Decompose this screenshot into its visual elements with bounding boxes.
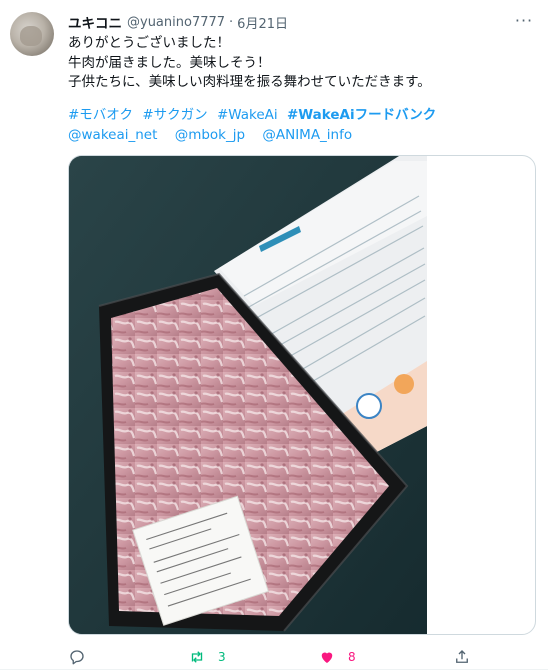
hashtag-link[interactable]: #WakeAiフードバンク [287,107,436,123]
tweet-media[interactable] [68,155,536,635]
hashtag-list: #モバオク #サクガン #WakeAi #WakeAiフードバンク [68,106,441,126]
mention-link[interactable]: @wakeai_net [68,127,157,143]
tweet[interactable]: ユキコニ @yuanino7777 · 6月21日 ··· ありがとうございまし… [0,0,548,670]
hashtag-link[interactable]: #WakeAi [217,107,278,123]
hashtag-link[interactable]: #モバオク [68,107,133,123]
retweet-button[interactable]: 3 [188,645,226,669]
share-icon [456,650,468,663]
tweet-text-line: 子供たちに、美味しい肉料理を振る舞わせていただきます。 [68,74,431,90]
retweet-count: 3 [218,650,226,664]
photo-illustration [69,156,427,634]
mention-link[interactable]: @ANIMA_info [262,127,352,143]
mention-link[interactable]: @mbok_jp [175,127,245,143]
hashtag-link[interactable]: #サクガン [142,107,207,123]
tweet-text-line: 牛肉が届きました。美味しそう！ [68,54,271,71]
display-name[interactable]: ユキコニ [68,12,122,32]
tweet-text: ありがとうございました！ 牛肉が届きました。美味しそう！ 子供たちに、美味しい肉… [68,34,538,93]
user-handle[interactable]: @yuanino7777 [127,15,225,30]
mention-list: @wakeai_net @mbok_jp @ANIMA_info [68,126,365,146]
tweet-text-line: ありがとうございました！ [68,35,230,51]
tweet-date[interactable]: 6月21日 [237,13,288,32]
reply-button[interactable] [68,645,98,669]
action-bar: 3 8 [68,645,468,669]
separator-dot: · [229,14,234,30]
avatar[interactable] [10,12,54,56]
tweet-photo[interactable] [69,156,427,634]
tweet-header: ユキコニ @yuanino7777 · 6月21日 [68,12,288,33]
share-button[interactable] [453,645,471,669]
more-icon[interactable]: ··· [512,10,536,30]
reply-icon [70,650,84,665]
like-count: 8 [348,650,356,664]
like-icon [321,652,333,663]
retweet-icon [191,651,203,663]
like-button[interactable]: 8 [318,645,356,669]
